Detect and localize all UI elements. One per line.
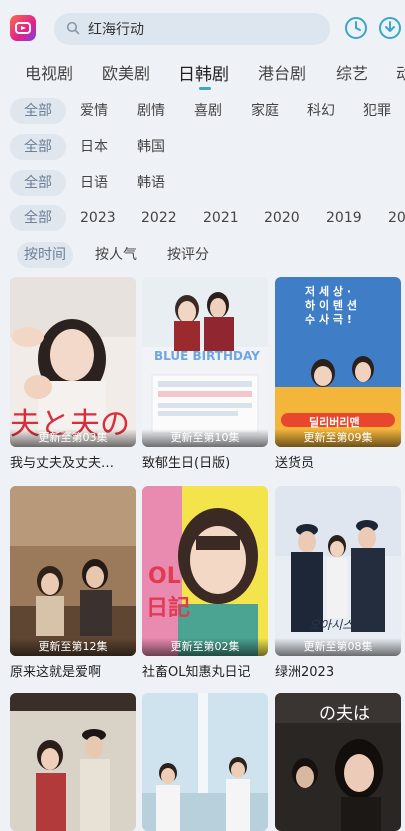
show-card[interactable]: 夫と夫の 更新至第03集 我与丈夫及丈夫…: [10, 277, 136, 471]
poster-title-text: 딜리버리맨: [309, 416, 360, 429]
search-input[interactable]: 红海行动: [88, 19, 144, 39]
filter-region-japan[interactable]: 日本: [80, 134, 108, 160]
filter-year-row: 全部 2023 2022 2021 2020 2019 20: [0, 203, 405, 233]
episode-badge: 更新至第02集: [142, 638, 268, 656]
episode-badge: 更新至第09集: [275, 429, 401, 447]
episode-badge: 更新至第10集: [142, 429, 268, 447]
episode-badge: 更新至第12集: [10, 638, 136, 656]
tab-western-series[interactable]: 欧美剧: [102, 60, 150, 84]
filter-genre-crime[interactable]: 犯罪: [363, 98, 391, 124]
filter-genre-comedy[interactable]: 喜剧: [194, 98, 222, 124]
app-header: 红海行动: [0, 0, 405, 56]
episode-badge: 更新至第08集: [275, 638, 401, 656]
show-title: 致郁生日(日版): [142, 456, 231, 471]
poster-image: [142, 693, 268, 831]
filter-year-2023[interactable]: 2023: [80, 205, 116, 231]
poster-image: OL 日記 更新至第02集: [142, 486, 268, 656]
filter-genre-all[interactable]: 全部: [10, 98, 66, 124]
filter-genre-family[interactable]: 家庭: [251, 98, 279, 124]
poster-title-line-1: OL: [148, 564, 181, 589]
sort-by-time[interactable]: 按时间: [17, 242, 73, 268]
download-icon[interactable]: [378, 16, 402, 40]
active-tab-indicator: [199, 87, 211, 90]
show-title: 社畜OL知惠丸日记: [142, 665, 251, 680]
poster-image: の夫は: [275, 693, 401, 831]
poster-tagline-3: 수 사 극 !: [305, 313, 352, 326]
filter-year-all[interactable]: 全部: [10, 205, 66, 231]
tab-hk-tw-series[interactable]: 港台剧: [258, 60, 306, 84]
show-card[interactable]: の夫は: [275, 693, 401, 831]
poster-image: BLUE BIRTHDAY 更新至第10集: [142, 277, 268, 447]
poster-title-text: の夫は: [319, 704, 370, 724]
filter-genre-romance[interactable]: 爱情: [80, 98, 108, 124]
filter-language-japanese[interactable]: 日语: [80, 170, 108, 196]
filter-genre-scifi[interactable]: 科幻: [307, 98, 335, 124]
show-card[interactable]: 更新至第12集 原来这就是爱啊: [10, 486, 136, 680]
sort-by-popularity[interactable]: 按人气: [95, 242, 137, 268]
filter-region-all[interactable]: 全部: [10, 134, 66, 160]
show-title: 我与丈夫及丈夫…: [10, 456, 115, 471]
filter-region-korea[interactable]: 韩国: [137, 134, 165, 160]
history-icon[interactable]: [344, 16, 368, 40]
poster-image: 夫と夫の 更新至第03集: [10, 277, 136, 447]
filter-genre-row: 全部 爱情 剧情 喜剧 家庭 科幻 犯罪: [0, 96, 405, 126]
show-card[interactable]: BLUE BIRTHDAY 更新至第10集 致郁生日(日版): [142, 277, 268, 471]
filter-year-2022[interactable]: 2022: [141, 205, 177, 231]
poster-image: 更新至第12集: [10, 486, 136, 656]
episode-badge: 更新至第03集: [10, 429, 136, 447]
filter-region-row: 全部 日本 韩国: [0, 132, 405, 162]
show-card[interactable]: 저 세 상 · 하 이 텐 션 수 사 극 ! 딜리버리맨 更新至第09集 送货…: [275, 277, 401, 471]
show-card[interactable]: [142, 693, 268, 831]
poster-title-text: BLUE BIRTHDAY: [154, 349, 260, 363]
filter-year-2019[interactable]: 2019: [326, 205, 362, 231]
poster-title-line-2: 日記: [146, 596, 191, 621]
show-card[interactable]: [10, 693, 136, 831]
filter-year-more[interactable]: 20: [388, 205, 405, 231]
search-icon: [66, 20, 80, 39]
filter-year-2021[interactable]: 2021: [203, 205, 239, 231]
show-title: 原来这就是爱啊: [10, 665, 102, 680]
filter-genre-drama[interactable]: 剧情: [137, 98, 165, 124]
sort-by-rating[interactable]: 按评分: [167, 242, 209, 268]
category-tabs: 电视剧 欧美剧 日韩剧 港台剧 综艺 动: [0, 56, 405, 92]
logo-icon: [10, 15, 36, 41]
filter-sort-row: 按时间 按人气 按评分: [0, 240, 405, 270]
poster-title-text: 오아시스: [309, 618, 354, 632]
show-title: 绿洲2023: [275, 665, 335, 680]
tab-animation[interactable]: 动: [396, 60, 405, 84]
show-title: 送货员: [275, 456, 315, 471]
tab-variety[interactable]: 综艺: [336, 60, 368, 84]
filter-language-row: 全部 日语 韩语: [0, 168, 405, 198]
poster-image: 오아시스 更新至第08集: [275, 486, 401, 656]
poster-image: 저 세 상 · 하 이 텐 션 수 사 극 ! 딜리버리맨 更新至第09集: [275, 277, 401, 447]
tab-tv-series[interactable]: 电视剧: [25, 60, 73, 84]
filter-year-2020[interactable]: 2020: [264, 205, 300, 231]
filter-language-korean[interactable]: 韩语: [137, 170, 165, 196]
filter-language-all[interactable]: 全部: [10, 170, 66, 196]
show-card[interactable]: 오아시스 更新至第08集 绿洲2023: [275, 486, 401, 680]
tab-jp-kr-series[interactable]: 日韩剧: [178, 60, 229, 85]
poster-image: [10, 693, 136, 831]
show-card[interactable]: OL 日記 更新至第02集 社畜OL知惠丸日记: [142, 486, 268, 680]
search-bar[interactable]: 红海行动: [54, 13, 330, 45]
